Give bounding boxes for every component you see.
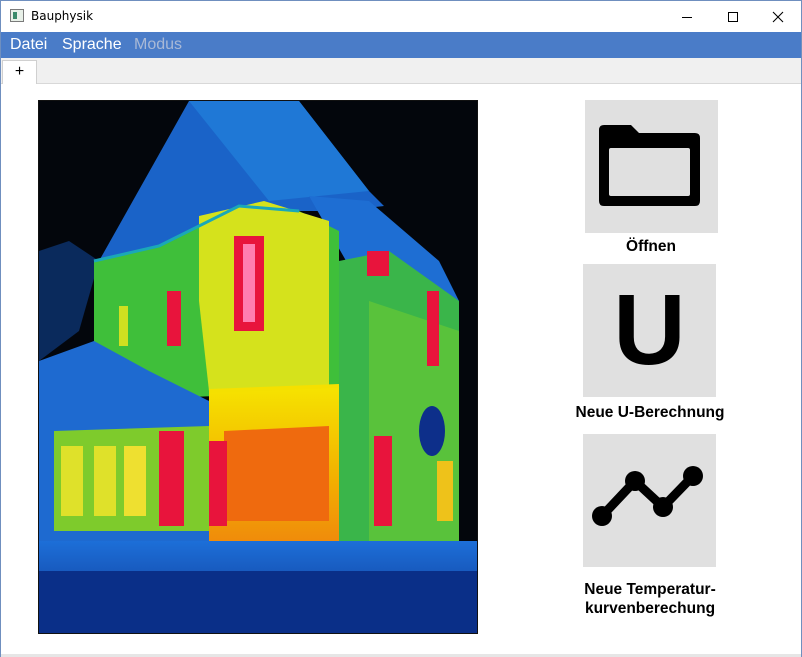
title-bar: Bauphysik [1, 1, 801, 32]
close-icon [772, 11, 784, 22]
u-calc-label: Neue U-Berechnung [575, 404, 725, 421]
minimize-button[interactable] [664, 1, 710, 32]
window-title: Bauphysik [31, 9, 94, 23]
app-icon [10, 9, 24, 22]
u-calc-tile[interactable]: U [583, 264, 716, 397]
temp-curve-tile[interactable] [583, 434, 716, 567]
close-button[interactable] [755, 1, 801, 32]
add-tab-button[interactable]: + [2, 60, 37, 85]
thermal-image-graphic [39, 101, 477, 633]
menu-sprache[interactable]: Sprache [62, 36, 122, 54]
folder-icon [599, 125, 700, 206]
maximize-icon [728, 11, 738, 22]
start-page: Öffnen U Neue U-Berechnung Neue Temperat… [1, 84, 801, 656]
open-tile[interactable] [585, 100, 718, 233]
line-chart-icon [592, 466, 703, 526]
open-label: Öffnen [626, 238, 676, 255]
maximize-button[interactable] [710, 1, 756, 32]
temp-curve-label-line1: Neue Temperatur- [584, 581, 716, 598]
menu-bar: Datei Sprache Modus [1, 32, 801, 58]
menu-modus: Modus [134, 36, 183, 53]
temp-curve-label-line2: kurvenberechung [584, 600, 716, 617]
u-letter-icon: U [613, 274, 686, 386]
thermal-house-image [38, 100, 478, 634]
minimize-icon [682, 16, 692, 18]
app-window: Bauphysik Datei Sprache Modus + Öffnen U… [0, 0, 802, 657]
menu-datei[interactable]: Datei [10, 36, 47, 54]
tab-bar: + [1, 58, 801, 85]
